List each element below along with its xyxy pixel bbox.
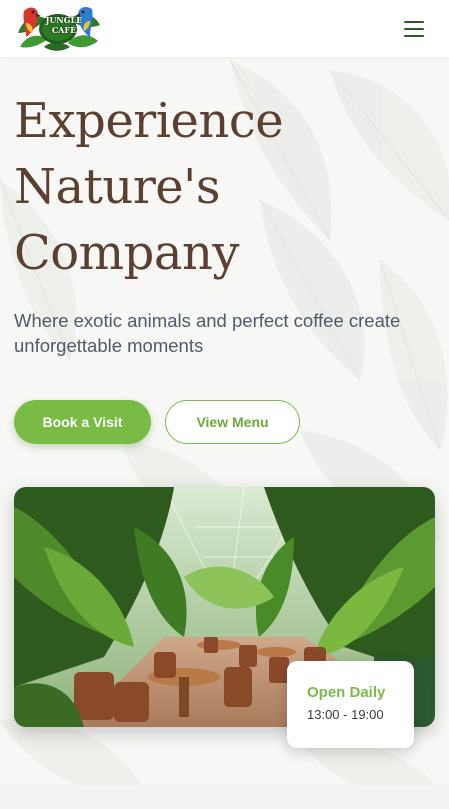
logo-text: JUNGLE CAFÉ — [44, 15, 84, 35]
site-header: JUNGLE CAFÉ — [0, 0, 449, 57]
menu-button[interactable] — [398, 14, 432, 44]
hero-title-line1: Experience — [14, 93, 284, 149]
hero-title-line2: Nature's — [14, 159, 221, 215]
hero-subtitle: Where exotic animals and perfect coffee … — [14, 310, 401, 356]
next-section-strip — [0, 785, 449, 809]
opening-hours-card: Open Daily 13:00 - 19:00 — [287, 661, 414, 748]
book-visit-button[interactable]: Book a Visit — [14, 400, 151, 444]
hero-title: Experience Nature's Company — [14, 88, 434, 286]
hours-title: Open Daily — [307, 684, 386, 701]
hamburger-menu-icon — [404, 21, 424, 23]
logo-text-line2: CAFÉ — [51, 25, 77, 35]
jungle-cafe-logo[interactable]: JUNGLE CAFÉ — [14, 3, 102, 53]
hamburger-menu-icon — [404, 28, 424, 30]
logo-text-line1: JUNGLE — [45, 15, 83, 25]
hero-title-line3: Company — [14, 225, 240, 281]
view-menu-button[interactable]: View Menu — [165, 400, 300, 444]
hamburger-menu-icon — [404, 35, 424, 37]
hours-time: 13:00 - 19:00 — [307, 707, 384, 722]
